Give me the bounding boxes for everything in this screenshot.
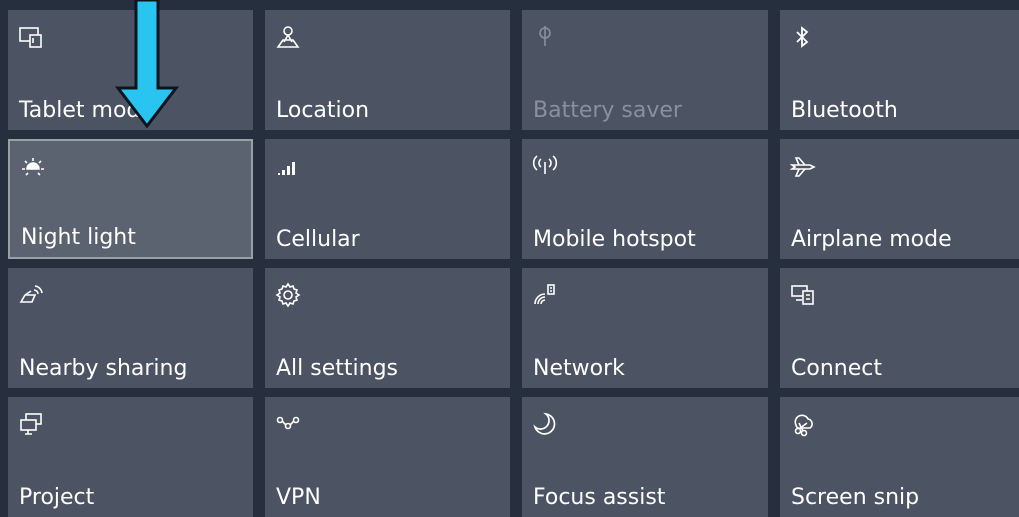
tile-label: Mobile hotspot	[533, 227, 696, 252]
tile-bluetooth[interactable]: Bluetooth	[780, 10, 1019, 130]
bluetooth-icon	[790, 24, 816, 50]
tile-night-light[interactable]: Night light	[8, 139, 253, 259]
tile-label: Project	[19, 485, 95, 510]
tile-battery-saver[interactable]: Battery saver	[522, 10, 768, 130]
tile-label: Network	[533, 356, 625, 381]
tile-label: Night light	[21, 225, 136, 250]
tile-label: Nearby sharing	[19, 356, 188, 381]
tablet-mode-icon	[18, 24, 44, 50]
battery-saver-icon	[532, 24, 558, 50]
network-icon	[532, 282, 558, 308]
mobile-hotspot-icon	[532, 153, 558, 179]
project-icon	[18, 411, 44, 437]
tile-label: Bluetooth	[791, 98, 898, 123]
tile-network[interactable]: Network	[522, 268, 768, 388]
tile-label: Screen snip	[791, 485, 920, 510]
night-light-icon	[20, 155, 46, 181]
tile-connect[interactable]: Connect	[780, 268, 1019, 388]
tile-screen-snip[interactable]: Screen snip	[780, 397, 1019, 517]
airplane-mode-icon	[790, 153, 816, 179]
tile-location[interactable]: Location	[265, 10, 510, 130]
tile-cellular[interactable]: Cellular	[265, 139, 510, 259]
moon-icon	[532, 411, 558, 437]
cellular-icon	[275, 153, 301, 179]
tile-focus-assist[interactable]: Focus assist	[522, 397, 768, 517]
tile-mobile-hotspot[interactable]: Mobile hotspot	[522, 139, 768, 259]
tile-label: Airplane mode	[791, 227, 952, 252]
tile-label: Location	[276, 98, 370, 123]
connect-icon	[790, 282, 816, 308]
nearby-sharing-icon	[18, 282, 44, 308]
tile-label: Focus assist	[533, 485, 666, 510]
tile-label: Connect	[791, 356, 882, 381]
tile-project[interactable]: Project	[8, 397, 253, 517]
tile-label: Tablet mode	[19, 98, 154, 123]
tile-tablet-mode[interactable]: Tablet mode	[8, 10, 253, 130]
vpn-icon	[275, 411, 301, 437]
location-icon	[275, 24, 301, 50]
tile-airplane-mode[interactable]: Airplane mode	[780, 139, 1019, 259]
tile-label: VPN	[276, 485, 321, 510]
quick-actions-grid: Tablet mode Location Battery saver Bluet…	[8, 10, 1019, 517]
tile-nearby-sharing[interactable]: Nearby sharing	[8, 268, 253, 388]
tile-vpn[interactable]: VPN	[265, 397, 510, 517]
tile-label: Battery saver	[533, 98, 682, 123]
tile-all-settings[interactable]: All settings	[265, 268, 510, 388]
tile-label: Cellular	[276, 227, 360, 252]
screen-snip-icon	[790, 411, 816, 437]
tile-label: All settings	[276, 356, 398, 381]
gear-icon	[275, 282, 301, 308]
